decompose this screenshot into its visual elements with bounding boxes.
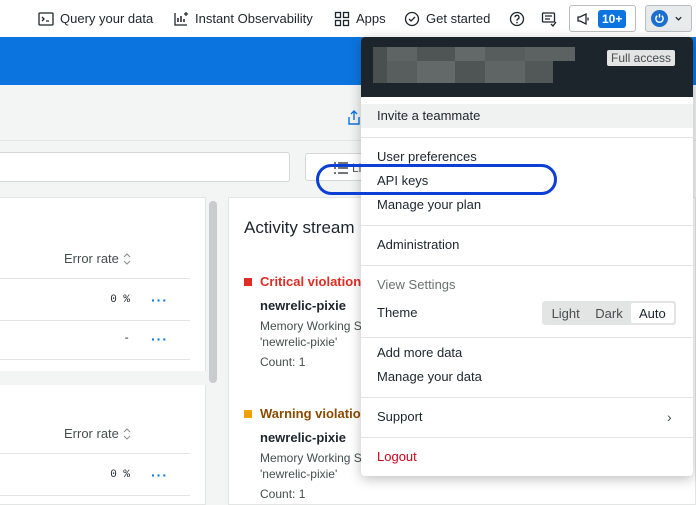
error-rate-header[interactable]: Error rate: [64, 251, 131, 266]
support-item[interactable]: Support: [377, 409, 423, 424]
error-rate-value: -: [123, 333, 130, 345]
access-badge: Full access: [607, 50, 676, 66]
view-settings-heading: View Settings: [377, 277, 456, 292]
divider: [361, 397, 693, 398]
observability-label: Instant Observability: [195, 11, 313, 26]
check-circle-icon: [404, 11, 420, 26]
table-header: Error rate: [0, 238, 190, 279]
warning-indicator: [244, 410, 252, 418]
query-your-data-link[interactable]: Query your data: [38, 0, 153, 37]
instant-observability-link[interactable]: Instant Observability: [173, 0, 313, 37]
power-icon: [655, 13, 664, 23]
activity-desc: 'newrelic-pixie': [260, 467, 338, 481]
chart-plus-icon: [174, 11, 188, 26]
critical-indicator: [244, 278, 252, 286]
manage-plan-item[interactable]: Manage your plan: [377, 197, 481, 212]
table-row[interactable]: - ···: [0, 322, 190, 360]
error-rate-value: 0 %: [110, 294, 130, 306]
more-icon[interactable]: ···: [151, 331, 168, 347]
activity-count: Count: 1: [260, 487, 306, 501]
activity-entity: newrelic-pixie: [260, 298, 346, 313]
section-divider: [0, 371, 206, 385]
error-rate-label: Error rate: [64, 251, 119, 266]
table-header: Error rate: [0, 413, 190, 454]
help-button[interactable]: [507, 7, 527, 31]
share-button[interactable]: [347, 110, 361, 129]
theme-dark-option[interactable]: Dark: [587, 303, 630, 323]
apps-label: Apps: [356, 11, 386, 26]
feedback-button[interactable]: [539, 7, 559, 31]
table-row[interactable]: 0 % ···: [0, 458, 190, 496]
api-keys-highlight: [316, 164, 557, 195]
terminal-icon: [38, 11, 54, 26]
chevron-down-icon: [675, 16, 682, 21]
user-preferences-item[interactable]: User preferences: [377, 149, 477, 164]
divider: [361, 337, 693, 338]
user-menu-button[interactable]: [645, 5, 692, 32]
more-icon[interactable]: ···: [151, 467, 168, 483]
logout-item[interactable]: Logout: [377, 449, 417, 464]
theme-label: Theme: [377, 305, 418, 320]
megaphone-icon: [577, 12, 589, 25]
manage-data-item[interactable]: Manage your data: [377, 369, 482, 384]
grid-icon: [334, 11, 350, 26]
theme-light-option[interactable]: Light: [544, 303, 587, 323]
share-icon: [348, 110, 360, 125]
sort-icon: [123, 252, 131, 265]
feedback-icon: [541, 12, 557, 27]
top-nav: Query your data Instant Observability Ap…: [0, 0, 696, 37]
notifications-button[interactable]: 10+: [569, 5, 636, 32]
chevron-right-icon: ›: [667, 409, 672, 425]
notification-count-badge: 10+: [598, 9, 627, 28]
activity-type: Warning violation: [260, 406, 369, 421]
invite-teammate-item[interactable]: Invite a teammate: [361, 104, 693, 128]
add-more-data-item[interactable]: Add more data: [377, 345, 462, 360]
theme-toggle[interactable]: Light Dark Auto: [542, 301, 676, 325]
avatar: [651, 10, 668, 27]
administration-item[interactable]: Administration: [377, 237, 459, 252]
more-icon[interactable]: ···: [151, 292, 168, 308]
activity-desc: Memory Working S: [260, 319, 362, 333]
user-dropdown-menu: Full access Invite a teammate User prefe…: [361, 37, 693, 476]
entities-table-panel: Error rate 0 % ··· - ··· Error rate 0 % …: [0, 197, 206, 505]
divider: [361, 437, 693, 438]
error-rate-label: Error rate: [64, 426, 119, 441]
account-header: Full access: [361, 37, 693, 97]
activity-desc: 'newrelic-pixie': [260, 335, 338, 349]
help-icon: [509, 11, 525, 27]
get-started-label: Get started: [426, 11, 491, 26]
activity-title: Activity stream: [244, 218, 355, 237]
filter-input[interactable]: [0, 152, 290, 182]
theme-auto-option[interactable]: Auto: [630, 303, 674, 323]
activity-count: Count: 1: [260, 355, 306, 369]
error-rate-header[interactable]: Error rate: [64, 426, 131, 441]
apps-link[interactable]: Apps: [334, 0, 386, 37]
divider: [361, 265, 693, 266]
sort-icon: [123, 427, 131, 440]
error-rate-value: 0 %: [110, 469, 130, 481]
query-label: Query your data: [60, 11, 154, 26]
activity-desc: Memory Working S: [260, 451, 362, 465]
scrollbar[interactable]: [209, 201, 217, 383]
activity-type: Critical violation c: [260, 274, 372, 289]
table-row[interactable]: 0 % ···: [0, 283, 190, 321]
divider: [361, 137, 693, 138]
divider: [361, 225, 693, 226]
get-started-link[interactable]: Get started: [404, 0, 490, 37]
activity-entity: newrelic-pixie: [260, 430, 346, 445]
